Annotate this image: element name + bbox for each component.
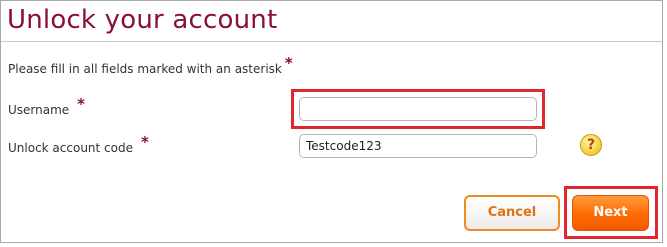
username-row-label: Username * bbox=[8, 95, 85, 118]
instructions-label: Please fill in all fields marked with an… bbox=[8, 62, 282, 76]
next-button[interactable]: Next bbox=[572, 195, 649, 231]
unlock-code-input[interactable] bbox=[299, 134, 537, 158]
instructions-text: Please fill in all fields marked with an… bbox=[8, 54, 293, 77]
unlock-code-row-label: Unlock account code * bbox=[8, 133, 149, 156]
required-asterisk: * bbox=[77, 95, 86, 113]
unlock-account-panel: Unlock your account Please fill in all f… bbox=[0, 0, 663, 243]
page-title: Unlock your account bbox=[7, 5, 278, 35]
username-input[interactable] bbox=[299, 97, 537, 121]
unlock-code-label: Unlock account code bbox=[8, 141, 133, 155]
username-label: Username bbox=[8, 103, 70, 117]
required-asterisk: * bbox=[284, 54, 293, 72]
help-question-icon[interactable]: ? bbox=[580, 134, 602, 156]
required-asterisk: * bbox=[141, 133, 149, 151]
title-divider bbox=[1, 41, 662, 42]
cancel-button[interactable]: Cancel bbox=[464, 195, 560, 231]
